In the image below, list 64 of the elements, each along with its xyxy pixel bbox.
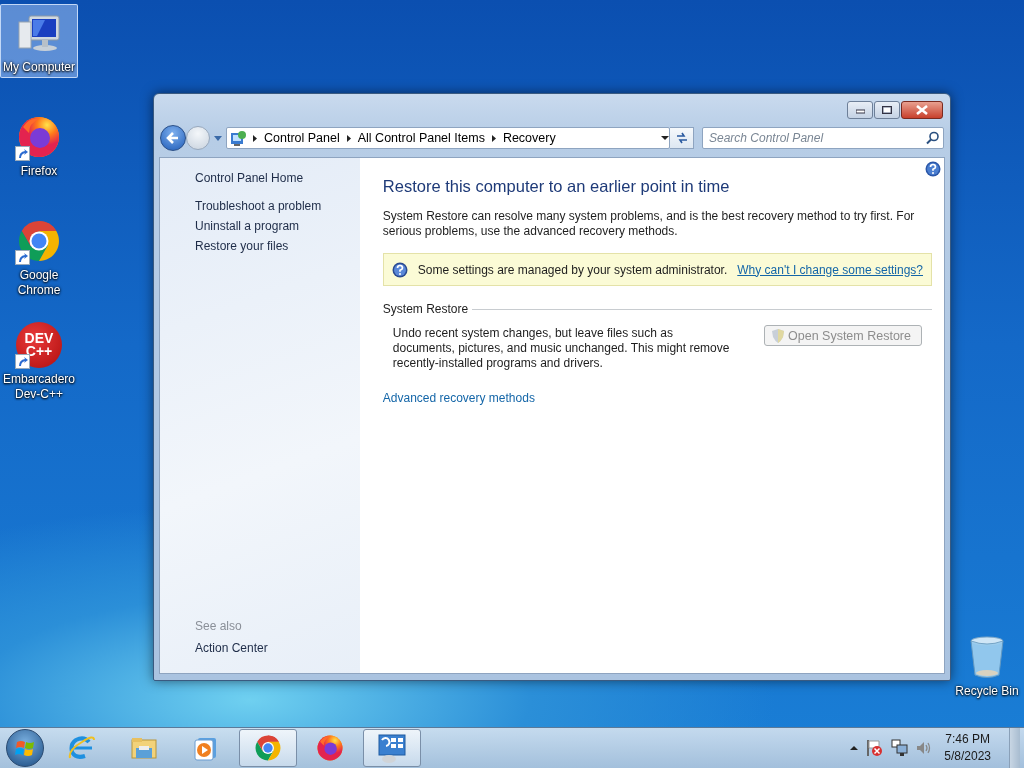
search-field[interactable]: Search Control Panel	[702, 127, 944, 149]
firefox-icon	[315, 733, 345, 763]
sidebar-link[interactable]: Troubleshoot a problem	[195, 199, 322, 213]
advanced-recovery-link[interactable]: Advanced recovery methods	[382, 391, 535, 405]
chrome-icon	[253, 733, 283, 763]
windows-logo-icon	[15, 738, 35, 758]
refresh-icon	[674, 130, 689, 146]
taskbar-button[interactable]	[363, 729, 421, 767]
desktop-icon-label: Firefox	[20, 164, 58, 179]
network-icon[interactable]	[891, 739, 909, 757]
desktop-icon[interactable]: Recycle Bin	[952, 628, 1022, 702]
maximize-icon	[882, 106, 892, 114]
dropdown-caret-icon[interactable]	[661, 136, 669, 140]
internet-explorer-icon	[68, 734, 96, 762]
desktop-icon[interactable]: Google Chrome	[0, 212, 78, 301]
dev-cpp-logo-icon: DEV C++	[16, 322, 62, 368]
desktop-icon[interactable]: DEV C++ Embarcadero Dev-C++	[0, 316, 78, 405]
section-description: Undo recent system changes, but leave files such as documents, pictures, and music unchanged. This might remove recently-installed programs and drivers.	[392, 326, 731, 371]
sidebar-link[interactable]: Uninstall a program	[195, 219, 300, 233]
help-icon[interactable]	[925, 161, 941, 177]
section-title: System Restore	[382, 302, 469, 316]
minimize-icon	[855, 106, 865, 114]
recycle-bin-icon	[967, 633, 1007, 681]
start-button[interactable]	[6, 729, 44, 767]
sidebar-link[interactable]: Control Panel Home	[195, 171, 304, 185]
speaker-icon[interactable]	[916, 740, 933, 756]
desktop-icon-label: Recycle Bin	[955, 684, 1019, 699]
desktop-icon-label: My Computer	[3, 60, 75, 75]
see-also-heading: See also	[195, 619, 243, 633]
chevron-icon	[252, 133, 258, 143]
notice-text: Some settings are managed by your system administrator.	[417, 262, 728, 277]
intro-text: System Restore can resolve many system problems, and is the best recovery method to try first. For serious problems, use the advanced recovery methods.	[382, 209, 916, 239]
clock-date: 5/8/2023	[944, 748, 991, 765]
control-panel-icon	[230, 130, 246, 146]
show-hidden-icons-icon[interactable]	[850, 745, 859, 751]
breadcrumb-item[interactable]: Recovery	[502, 131, 556, 145]
help-icon	[391, 261, 408, 278]
clock-time: 7:46 PM	[945, 731, 990, 748]
clock[interactable]: 7:46 PM 5/8/2023	[940, 731, 1001, 765]
breadcrumb-item[interactable]: Control Panel	[264, 131, 340, 145]
action-center-flag-icon[interactable]	[866, 739, 884, 757]
address-bar[interactable]: Control Panel All Control Panel Items Recovery	[226, 127, 670, 149]
shield-icon	[771, 327, 785, 344]
refresh-button[interactable]	[670, 127, 694, 149]
desktop-icon-label: Embarcadero Dev-C++	[1, 372, 76, 402]
back-button[interactable]	[160, 125, 186, 151]
page-heading: Restore this computer to an earlier point in time	[382, 177, 731, 196]
maximize-button[interactable]	[874, 101, 900, 119]
sidebar-link[interactable]: Action Center	[195, 641, 268, 655]
history-caret-icon[interactable]	[214, 135, 222, 141]
settings-help-link[interactable]: Why can't I change some settings?	[737, 262, 923, 277]
close-icon	[916, 105, 928, 115]
breadcrumb-item[interactable]: All Control Panel Items	[357, 131, 485, 145]
desktop-icon[interactable]: Firefox	[0, 108, 78, 182]
chevron-icon	[345, 133, 352, 143]
close-button[interactable]	[901, 101, 943, 119]
control-panel-icon	[376, 732, 408, 764]
desktop-icon-label: Google Chrome	[16, 268, 62, 298]
sidebar-link[interactable]: Restore your files	[195, 239, 289, 253]
back-arrow-icon	[166, 131, 180, 145]
computer-icon	[15, 12, 63, 54]
chevron-icon	[490, 133, 497, 143]
taskbar-button[interactable]	[239, 729, 297, 767]
search-icon	[926, 131, 939, 145]
